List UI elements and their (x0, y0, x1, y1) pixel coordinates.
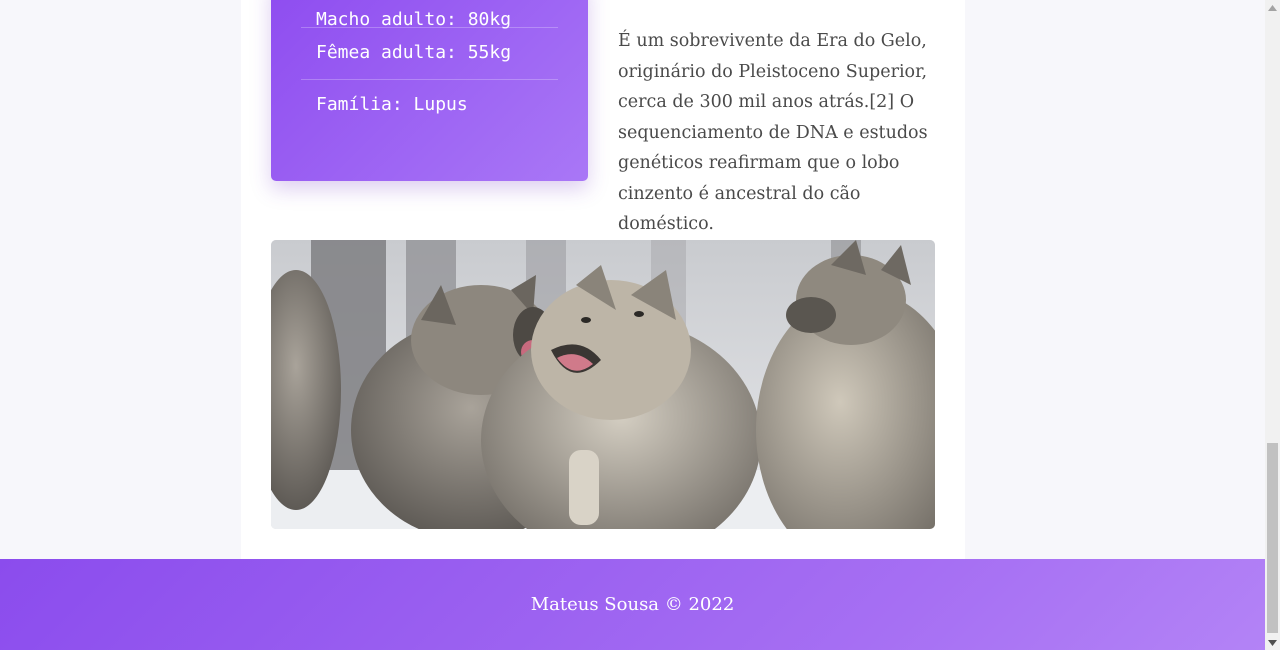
fact-item-male-weight: Macho adulto: 80kg (301, 0, 558, 29)
scroll-down-arrow-icon[interactable] (1265, 635, 1280, 650)
footer: Mateus Sousa © 2022 (0, 559, 1265, 650)
scrollbar-thumb[interactable] (1267, 443, 1278, 633)
vertical-scrollbar[interactable] (1265, 0, 1280, 650)
wolves-photo-illustration (271, 240, 935, 529)
footer-copyright: Mateus Sousa © 2022 (530, 594, 735, 615)
article-paragraph: É um sobrevivente da Era do Gelo, origin… (618, 31, 928, 234)
wolves-photo (271, 240, 935, 529)
page: Macho adulto: 80kg Fêmea adulta: 55kg Fa… (0, 0, 1265, 650)
scroll-up-arrow-icon[interactable] (1265, 0, 1280, 15)
fact-item-female-weight: Fêmea adulta: 55kg (301, 28, 558, 80)
main-content: Macho adulto: 80kg Fêmea adulta: 55kg Fa… (241, 0, 965, 559)
facts-card: Macho adulto: 80kg Fêmea adulta: 55kg Fa… (271, 0, 588, 181)
facts-list: Macho adulto: 80kg Fêmea adulta: 55kg Fa… (301, 0, 558, 132)
fact-item-family: Família: Lupus (316, 94, 468, 115)
